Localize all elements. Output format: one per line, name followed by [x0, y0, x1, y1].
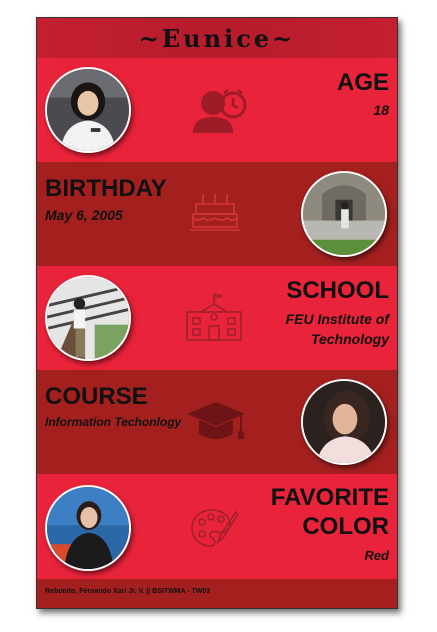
- page-title: ~Eunice~: [138, 23, 296, 53]
- section-course: COURSE Information Techonlogy: [37, 370, 397, 474]
- favorite-color-label-line2: COLOR: [302, 513, 389, 540]
- birthday-label: BIRTHDAY: [45, 175, 167, 202]
- profile-card: ~Eunice~ AGE 18 BIRTHDAY May 6, 2005 SCH…: [36, 17, 398, 609]
- course-label: COURSE: [45, 383, 148, 410]
- header-bar: ~Eunice~: [37, 18, 397, 58]
- birthday-cake-icon: [190, 190, 240, 239]
- favorite-color-photo: [45, 485, 131, 571]
- section-favorite-color: FAVORITE COLOR Red: [37, 474, 397, 578]
- section-school: SCHOOL FEU Institute of Technology: [37, 266, 397, 370]
- person-clock-icon: [191, 87, 249, 138]
- age-value: 18: [373, 102, 389, 118]
- graduation-cap-icon: [185, 400, 247, 449]
- paint-palette-icon: [190, 506, 240, 555]
- school-photo: [45, 275, 131, 361]
- school-building-icon: [185, 292, 243, 347]
- school-value-line1: FEU Institute of: [285, 311, 389, 327]
- favorite-color-label-line1: FAVORITE: [270, 484, 389, 511]
- profile-photo: [45, 67, 131, 153]
- footer-credit: Rebonito, Fernando Xari Jr. V. || BSITWM…: [45, 588, 211, 595]
- age-label: AGE: [336, 69, 389, 96]
- course-value: Information Techonlogy: [45, 415, 182, 429]
- birthday-photo: [301, 171, 387, 257]
- school-label: SCHOOL: [286, 277, 389, 304]
- birthday-value: May 6, 2005: [45, 207, 123, 223]
- school-value-line2: Technology: [310, 331, 389, 347]
- section-birthday: BIRTHDAY May 6, 2005: [37, 162, 397, 266]
- footer-bar: Rebonito, Fernando Xari Jr. V. || BSITWM…: [37, 579, 397, 608]
- course-photo: [301, 379, 387, 465]
- section-age: AGE 18: [37, 58, 397, 162]
- favorite-color-value: Red: [364, 548, 389, 563]
